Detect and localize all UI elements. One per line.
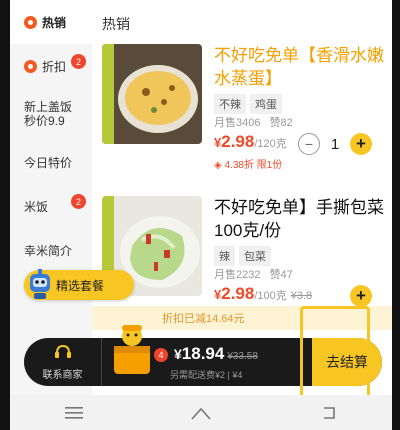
sidebar-item-rice[interactable]: 米饭 2 <box>10 184 92 228</box>
item-tags: 辣 包菜 <box>214 246 271 266</box>
price-unit: /120克 <box>254 138 287 150</box>
sidebar-item-label: 幸米简介 <box>24 243 73 258</box>
item-price: ¥2.98/120克 <box>214 132 287 152</box>
likes-count: 赞82 <box>269 117 293 129</box>
original-price: ¥3.8 <box>290 290 313 302</box>
sidebar-badge: 2 <box>71 54 86 69</box>
item-tag: 辣 <box>214 246 235 266</box>
discount-icon <box>24 59 37 73</box>
price-value: 2.98 <box>221 284 255 303</box>
discount-text: 4.38折 限1份 <box>224 160 283 171</box>
fire-icon <box>24 15 37 29</box>
sidebar-item-label: 今日特价 <box>24 155 73 170</box>
section-title: 热销 <box>102 16 130 32</box>
category-sidebar: 热销 折扣 2 新上盖饭 秒价9.9 今日特价 米饭 2 幸米简介 <box>10 0 92 395</box>
device-frame-left <box>0 0 10 430</box>
item-name: 不好吃免单】手撕包菜100克/份 <box>214 198 384 240</box>
likes-count: 赞47 <box>269 269 293 281</box>
item-sales: 月售3406 赞82 <box>214 114 293 130</box>
discount-tag-icon: ◈ <box>214 160 222 171</box>
menu-item[interactable]: 不好吃免单】手撕包菜100克/份 辣 包菜 月售2232 赞47 ¥2.98/1… <box>102 196 390 307</box>
robot-icon <box>26 268 54 302</box>
delivery-fee: 另需配送费¥2 | ¥4 <box>170 370 243 380</box>
sidebar-item-intro[interactable]: 幸米简介 <box>10 228 92 272</box>
decrease-button[interactable]: − <box>298 133 320 155</box>
sidebar-item-new-rice-bowl[interactable]: 新上盖饭 秒价9.9 <box>10 88 92 140</box>
item-sales: 月售2232 赞47 <box>214 266 293 282</box>
item-tag: 鸡蛋 <box>250 94 282 114</box>
sidebar-item-label: 米饭 <box>24 199 49 214</box>
item-tag: 不辣 <box>214 94 246 114</box>
support-icon <box>54 344 72 363</box>
item-tag: 包菜 <box>239 246 271 266</box>
original-total: ¥33.58 <box>227 351 258 362</box>
highlight-frame <box>300 306 370 406</box>
sales-count: 月售2232 <box>214 269 261 281</box>
sidebar-item-label: 折扣 <box>42 59 67 74</box>
quantity-stepper: − 1 + <box>298 133 372 155</box>
sidebar-item-hot[interactable]: 热销 <box>10 0 92 44</box>
contact-merchant-button[interactable]: 联系商家 <box>24 338 102 386</box>
total-value: 18.94 <box>181 344 225 363</box>
item-price: ¥2.98/100克 ¥3.8 <box>214 284 312 304</box>
system-nav-bar <box>10 395 392 430</box>
quantity-value: 1 <box>330 135 340 153</box>
menu-icon[interactable] <box>54 401 94 425</box>
item-discount: ◈ 4.38折 限1份 <box>214 156 282 171</box>
cart-count-badge: 4 <box>154 348 168 362</box>
increase-button[interactable]: + <box>350 133 372 155</box>
add-to-cart-button[interactable]: + <box>350 285 372 307</box>
sidebar-item-label: 新上盖饭 秒价9.9 <box>24 100 73 128</box>
combo-label: 精选套餐 <box>56 278 105 293</box>
cart-icon[interactable] <box>108 322 156 380</box>
quantity-stepper: + <box>350 285 372 307</box>
price-unit: /100克 <box>254 290 287 302</box>
home-icon[interactable] <box>181 401 221 425</box>
sidebar-badge: 2 <box>71 194 86 209</box>
sales-count: 月售3406 <box>214 117 261 129</box>
back-icon[interactable] <box>308 401 348 425</box>
item-name: 不好吃免单【香滑水嫩水蒸蛋】 <box>214 46 384 88</box>
device-frame-right <box>392 0 400 430</box>
app-screen: 热销 折扣 2 新上盖饭 秒价9.9 今日特价 米饭 2 幸米简介 热销 不好吃… <box>10 0 392 430</box>
discount-banner-text: 折扣已减14.64元 <box>162 313 245 325</box>
item-tags: 不辣 鸡蛋 <box>214 94 282 114</box>
currency-symbol: ¥ <box>174 346 182 362</box>
sidebar-item-discount[interactable]: 折扣 2 <box>10 44 92 88</box>
cart-total: ¥18.94 ¥33.58 <box>174 344 258 364</box>
sidebar-item-label: 热销 <box>42 15 67 30</box>
combo-set-button[interactable]: 精选套餐 <box>24 268 134 302</box>
contact-label: 联系商家 <box>42 369 83 381</box>
food-image <box>102 44 202 144</box>
sidebar-item-daily-special[interactable]: 今日特价 <box>10 140 92 184</box>
price-value: 2.98 <box>221 132 255 151</box>
menu-item[interactable]: 不好吃免单【香滑水嫩水蒸蛋】 不辣 鸡蛋 月售3406 赞82 ¥2.98/12… <box>102 44 390 174</box>
